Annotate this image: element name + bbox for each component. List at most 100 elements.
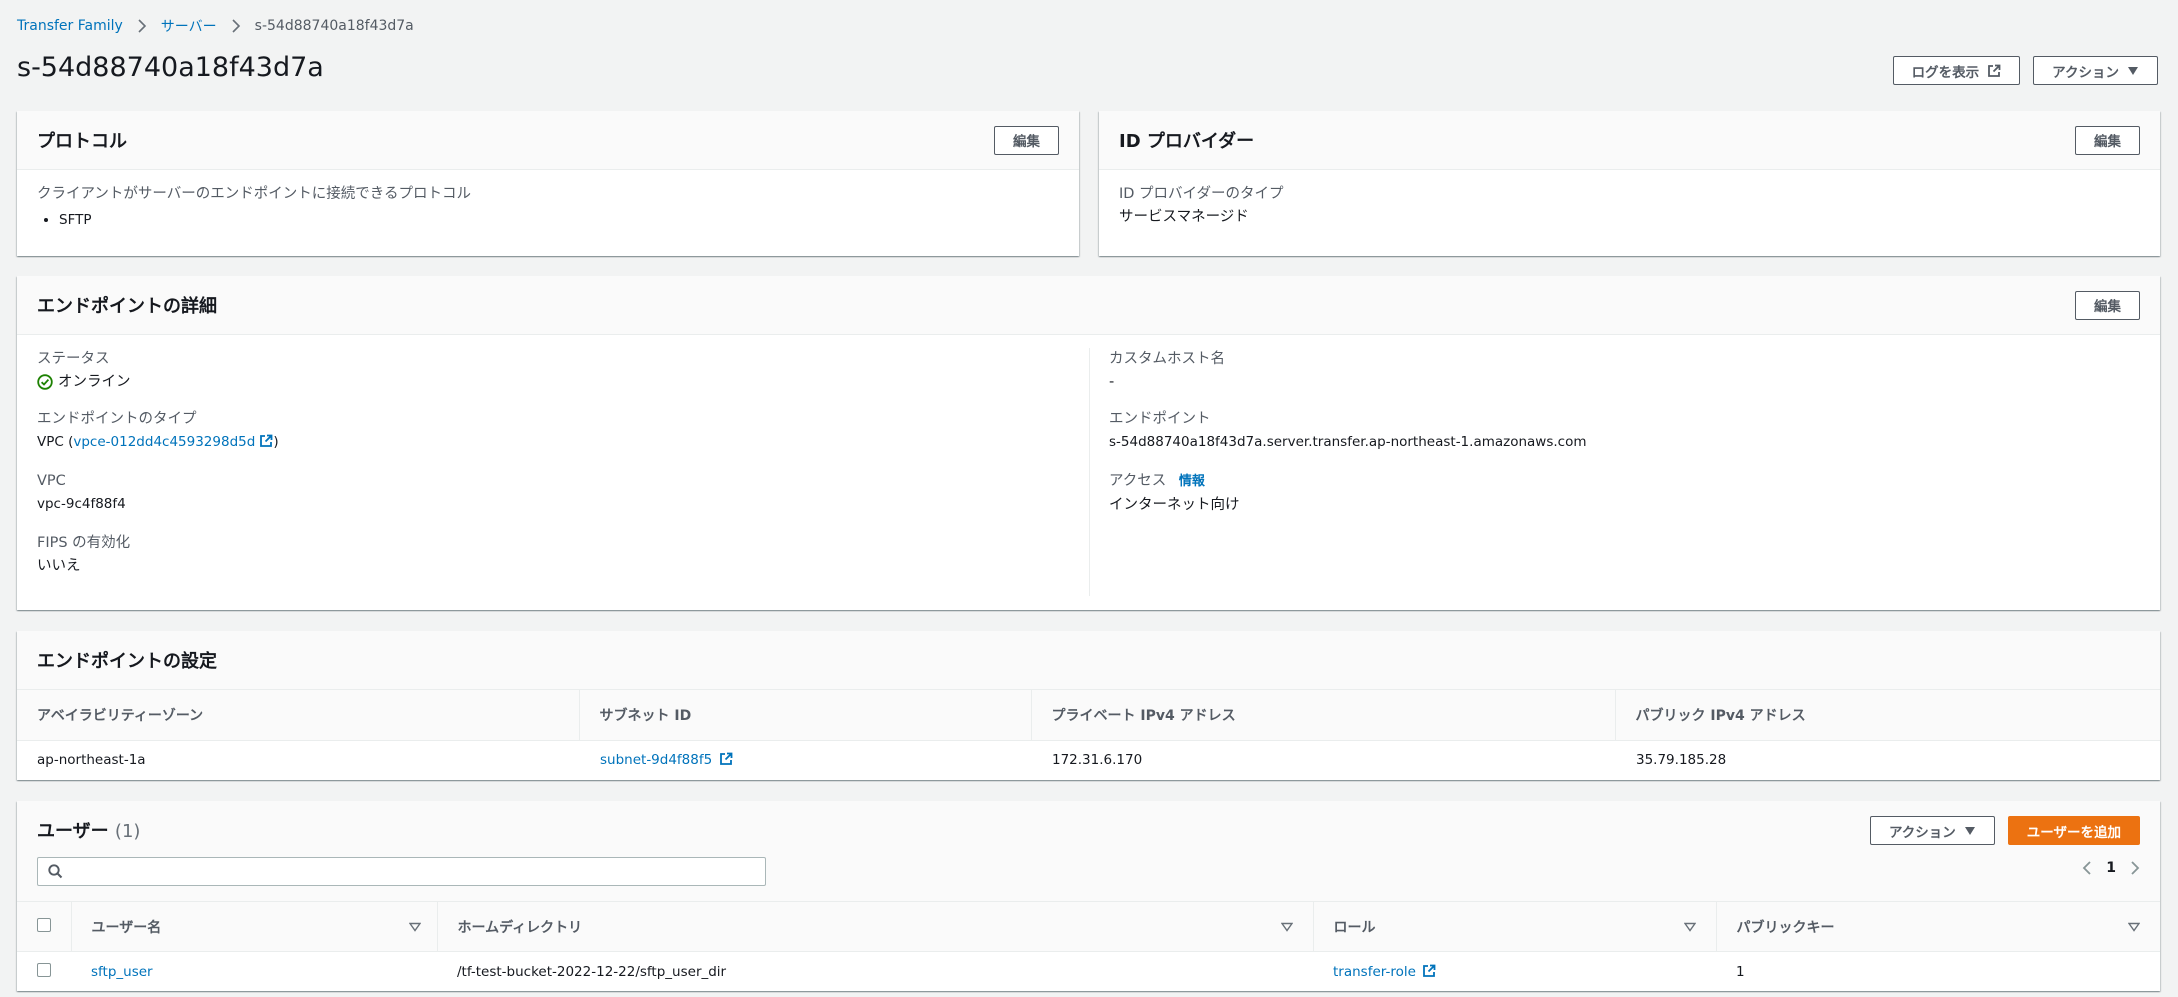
az-cell: ap-northeast-1a (37, 752, 146, 769)
breadcrumb: Transfer Family サーバー s-54d88740a18f43d7a (17, 16, 414, 36)
status-value: オンライン (58, 374, 131, 390)
page-title: s-54d88740a18f43d7a (17, 52, 324, 83)
vpce-link[interactable]: vpce-012dd4c4593298d5d (73, 434, 255, 450)
add-user-button[interactable]: ユーザーを追加 (2007, 816, 2140, 845)
username-link[interactable]: sftp_user (91, 964, 153, 980)
endpoint-details-edit-button[interactable]: 編集 (2075, 290, 2140, 320)
column-header-home-label: ホームディレクトリ (457, 919, 583, 936)
protocol-title: プロトコル (37, 131, 127, 152)
caret-down-icon (2128, 66, 2138, 75)
protocol-panel-header: プロトコル 編集 (17, 111, 1079, 170)
protocol-list: SFTP (59, 208, 1059, 232)
access-label-row: アクセス 情報 (1109, 470, 1587, 493)
idp-panel: ID プロバイダー 編集 ID プロバイダーのタイプ サービスマネージド (1099, 111, 2160, 256)
breadcrumb-transfer-family[interactable]: Transfer Family (17, 18, 123, 34)
endpoint-config-panel: エンドポイントの設定 アベイラビリティーゾーン サブネット ID プライベート … (17, 631, 2160, 780)
idp-type-value: サービスマネージド (1119, 209, 1249, 225)
external-link-icon[interactable] (259, 434, 273, 448)
users-panel-header: ユーザー (1) アクション ユーザーを追加 1 (17, 801, 2160, 901)
breadcrumb-servers[interactable]: サーバー (161, 16, 217, 36)
endpoint-details-left: ステータス オンライン エンドポイントのタイプ VPC (vpce-012dd4… (37, 348, 1090, 596)
sort-caret-icon[interactable] (408, 922, 421, 932)
endpoint-value: s-54d88740a18f43d7a.server.transfer.ap-n… (1109, 434, 1587, 450)
column-header-public-keys-label: パブリックキー (1736, 919, 1835, 936)
protocol-label: クライアントがサーバーのエンドポイントに接続できるプロトコル (37, 186, 471, 202)
subnet-link[interactable]: subnet-9d4f88f5 (600, 752, 712, 768)
users-search[interactable] (37, 857, 766, 886)
endpoint-config-header: エンドポイントの設定 (17, 631, 2160, 690)
actions-label: アクション (2052, 64, 2119, 81)
username-cell: sftp_user (71, 952, 437, 992)
idp-panel-header: ID プロバイダー 編集 (1099, 111, 2160, 170)
select-all-cell (17, 902, 71, 952)
custom-host-label: カスタムホスト名 (1109, 351, 1225, 367)
column-header-role[interactable]: ロール (1312, 901, 1716, 952)
users-search-input[interactable] (69, 863, 765, 880)
users-actions-button[interactable]: アクション (1869, 816, 1995, 845)
subnet-cell: subnet-9d4f88f5 (579, 740, 1031, 780)
chevron-right-icon (137, 19, 147, 33)
endpoint-details-header: エンドポイントの詳細 編集 (17, 276, 2160, 335)
external-link-icon[interactable] (1422, 964, 1436, 978)
caret-down-icon (1964, 826, 1975, 835)
external-link-icon[interactable] (719, 752, 733, 766)
column-header-private-ip: プライベート IPv4 アドレス (1030, 690, 1615, 740)
endpoint-type-prefix: VPC ( (37, 434, 74, 450)
actions-button[interactable]: アクション (2033, 56, 2158, 85)
endpoint-label: エンドポイント (1109, 411, 1211, 427)
row-checkbox[interactable] (37, 962, 51, 977)
column-header-username[interactable]: ユーザー名 (70, 901, 437, 952)
endpoint-details-title: エンドポイントの詳細 (37, 296, 217, 317)
endpoint-type-label: エンドポイントのタイプ (37, 411, 197, 427)
endpoint-config-table: アベイラビリティーゾーン サブネット ID プライベート IPv4 アドレス パ… (17, 690, 2160, 780)
chevron-right-icon (231, 19, 241, 33)
status-check-icon (37, 374, 53, 390)
custom-host-value: - (1109, 374, 1115, 390)
protocol-panel: プロトコル 編集 クライアントがサーバーのエンドポイントに接続できるプロトコル … (17, 111, 1079, 256)
endpoint-type-suffix: ) (273, 434, 279, 450)
vpc-label: VPC (37, 473, 66, 489)
chevron-right-icon[interactable] (2130, 860, 2140, 876)
column-header-home[interactable]: ホームディレクトリ (436, 901, 1313, 952)
users-title: ユーザー (1) (37, 817, 140, 843)
public-ip-cell: 35.79.185.28 (1636, 752, 1727, 769)
row-select-cell (17, 952, 71, 992)
select-all-checkbox[interactable] (37, 917, 51, 932)
private-ip-cell: 172.31.6.170 (1052, 752, 1143, 769)
idp-title: ID プロバイダー (1119, 131, 1255, 152)
pagination-page[interactable]: 1 (2106, 860, 2116, 876)
vpc-value: vpc-9c4f88f4 (37, 496, 126, 512)
users-actions-label: アクション (1888, 824, 1956, 841)
table-row: ap-northeast-1a subnet-9d4f88f5 172.31.6… (17, 740, 2160, 780)
view-logs-button[interactable]: ログを表示 (1892, 56, 2021, 85)
endpoint-type-value: VPC (vpce-012dd4c4593298d5d) (37, 430, 1089, 454)
sort-caret-icon[interactable] (1280, 922, 1293, 932)
users-table: ユーザー名 ホームディレクトリ ロール パブリックキー sftp_user /t… (17, 901, 2160, 992)
endpoint-details-right: カスタムホスト名 - エンドポイント s-54d88740a18f43d7a.s… (1090, 348, 1587, 596)
role-cell: transfer-role (1313, 952, 1716, 992)
endpoint-config-title: エンドポイントの設定 (37, 651, 217, 672)
column-header-role-label: ロール (1333, 919, 1376, 936)
external-link-icon (1988, 64, 2001, 77)
chevron-left-icon[interactable] (2082, 860, 2092, 876)
users-count: (1) (114, 821, 141, 842)
endpoint-details-panel: エンドポイントの詳細 編集 ステータス オンライン エンドポイントのタイプ VP… (17, 276, 2160, 610)
users-panel: ユーザー (1) アクション ユーザーを追加 1 ユーザー名 ホームディレクトリ… (17, 801, 2160, 991)
protocol-edit-button[interactable]: 編集 (994, 125, 1059, 155)
view-logs-label: ログを表示 (1911, 64, 1980, 81)
protocol-item: SFTP (59, 208, 1059, 232)
sort-caret-icon[interactable] (2128, 922, 2140, 932)
header-actions: ログを表示 アクション (1892, 56, 2158, 85)
column-header-subnet: サブネット ID (578, 690, 1031, 740)
pagination: 1 (2082, 860, 2140, 876)
sort-caret-icon[interactable] (1683, 922, 1696, 932)
role-link[interactable]: transfer-role (1333, 964, 1416, 980)
users-actions: アクション ユーザーを追加 (1869, 816, 2140, 845)
column-header-public-keys[interactable]: パブリックキー (1715, 901, 2160, 952)
access-info-link[interactable]: 情報 (1179, 474, 1205, 489)
idp-edit-button[interactable]: 編集 (2075, 125, 2140, 155)
access-value: インターネット向け (1109, 497, 1240, 513)
users-title-text: ユーザー (37, 821, 109, 842)
home-cell: /tf-test-bucket-2022-12-22/sftp_user_dir (457, 963, 727, 980)
breadcrumb-current: s-54d88740a18f43d7a (254, 18, 414, 34)
